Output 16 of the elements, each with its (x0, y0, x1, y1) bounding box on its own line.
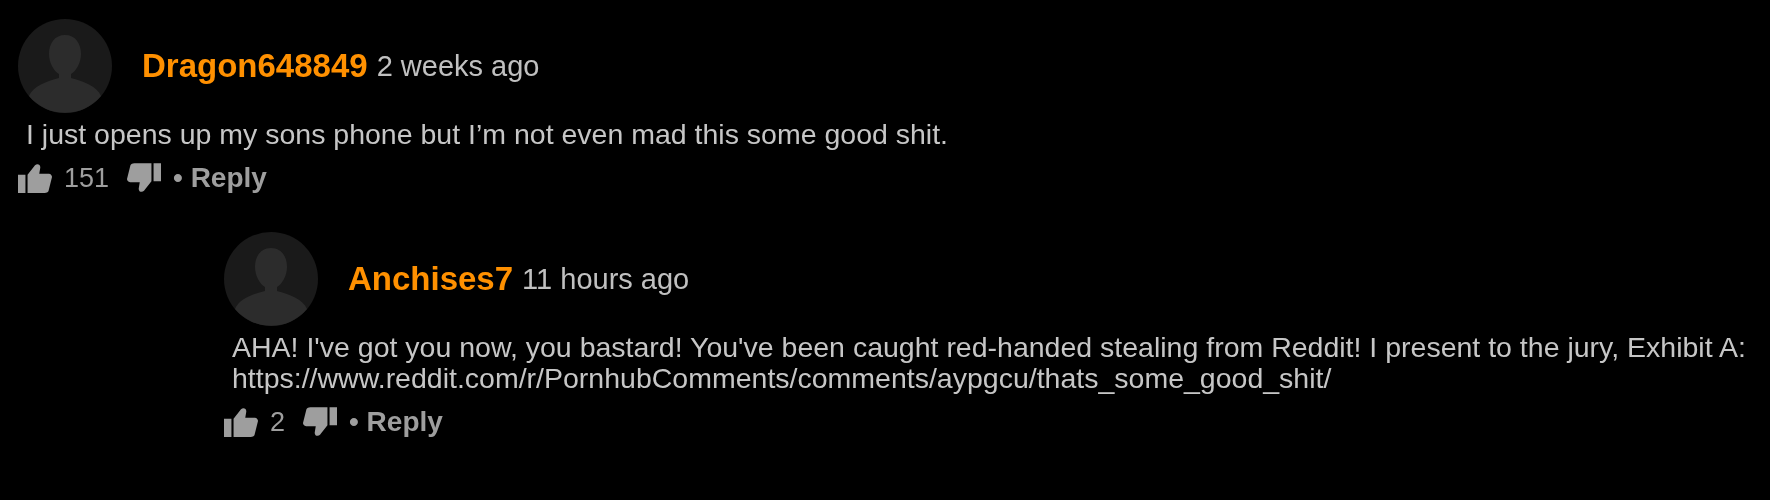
username-link[interactable]: Dragon648849 (142, 47, 368, 85)
reply-link[interactable]: • Reply (173, 162, 267, 194)
username-link[interactable]: Anchises7 (348, 260, 514, 298)
avatar-icon (224, 232, 318, 326)
avatar-icon (18, 19, 112, 113)
thumbs-down-icon[interactable] (303, 407, 338, 437)
comment-text: I just opens up my sons phone but I’m not even mad this some good shit. (26, 119, 950, 150)
thumbs-up-icon[interactable] (18, 163, 52, 193)
reply-link[interactable]: • Reply (349, 406, 443, 438)
timestamp: 11 hours ago (522, 262, 690, 296)
like-count: 151 (64, 162, 110, 194)
like-count: 2 (270, 406, 286, 438)
thumbs-down-icon[interactable] (127, 163, 162, 193)
timestamp: 2 weeks ago (376, 49, 540, 83)
comment-text: AHA! I've got you now, you bastard! You've been caught red-handed stealing from Reddit! I present to the jury, Exhibit A: https://www.reddit.com/r/PornhubComments/comments/aypgcu/thats_some_good_shit/ (232, 332, 1747, 394)
thumbs-up-icon[interactable] (224, 407, 258, 437)
